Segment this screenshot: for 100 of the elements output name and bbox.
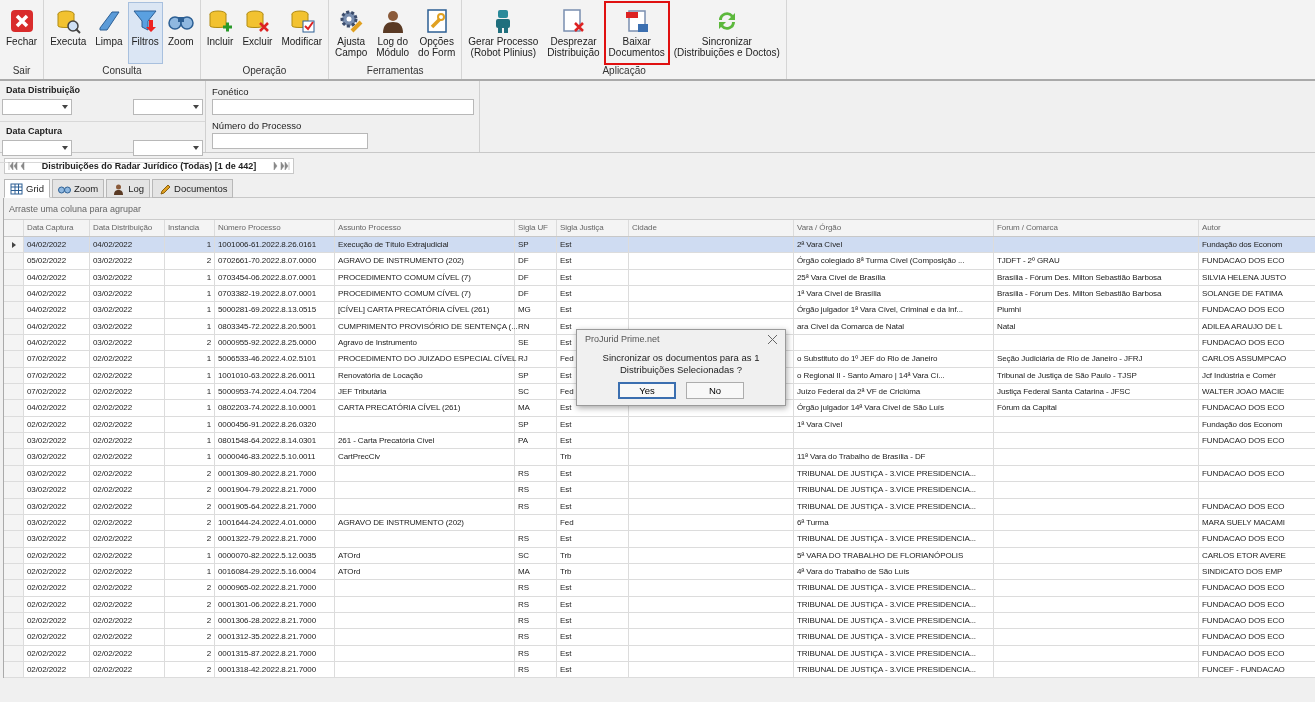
input-field[interactable]	[212, 99, 474, 115]
row-header[interactable]	[4, 237, 24, 253]
column-header[interactable]: Vara / Órgão	[794, 220, 994, 236]
toolbar-button[interactable]: Modificar	[277, 2, 327, 64]
toolbar-button[interactable]: Gerar Processo (Robot Plinius)	[464, 2, 543, 64]
dialog-button[interactable]: No	[686, 382, 744, 399]
column-header[interactable]: Número Processo	[215, 220, 335, 236]
table-cell: 2	[165, 482, 215, 498]
database-delete-icon	[244, 8, 271, 34]
table-cell: 03/02/2022	[90, 335, 165, 351]
table-cell: 02/02/2022	[90, 482, 165, 498]
close-icon[interactable]	[768, 334, 777, 344]
table-cell: TRIBUNAL DE JUSTIÇA - 3.VICE PRESIDENCIA...	[794, 645, 994, 661]
table-cell: Brasília - Fórum Des. Milton Sebastião Barbosa	[994, 269, 1199, 286]
table-cell: 0803345-72.2022.8.20.5001	[215, 318, 335, 335]
table-cell: 0000955-92.2022.8.25.0000	[215, 335, 335, 351]
table-cell: 03/02/2022	[90, 253, 165, 269]
toolbar-button[interactable]: Incluir	[202, 2, 238, 64]
table-cell: 03/02/2022	[24, 514, 90, 531]
table-cell: 1001644-24.2022.4.01.0000	[215, 514, 335, 531]
table-cell: Est	[557, 286, 629, 302]
table-cell: AGRAVO DE INSTRUMENTO (202)	[335, 253, 515, 269]
table-row[interactable]: 03/02/2022 02/02/2022 1 0801548-64.2022.8.14.0301 261 - Carta Precatória Cível PA Est FUNDACAO DOS ECO	[4, 433, 1315, 450]
date-dropdown[interactable]	[2, 99, 72, 115]
table-row[interactable]: 04/02/2022 03/02/2022 1 0703382-19.2022.8.07.0001 PROCEDIMENTO COMUM CÍVEL (7) DF Est 1ª Vara Cível de Brasília Brasília - Fórum Des. Milton Sebastião Barbosa SOLANGE DE FATIMA	[4, 286, 1315, 303]
table-cell: 0001322-79.2022.8.21.7000	[215, 531, 335, 547]
table-cell: 03/02/2022	[24, 498, 90, 514]
toolbar-button[interactable]: Executa	[46, 2, 91, 64]
table-cell: TRIBUNAL DE JUSTIÇA - 3.VICE PRESIDENCIA...	[794, 531, 994, 547]
toolbar-button[interactable]: Limpa	[91, 2, 127, 64]
column-header[interactable]: Sigla Justiça	[557, 220, 629, 236]
table-cell: 02/02/2022	[24, 580, 90, 596]
previous-arrows-icon[interactable]	[8, 162, 26, 170]
table-cell: TRIBUNAL DE JUSTIÇA - 3.VICE PRESIDENCIA...	[794, 465, 994, 482]
column-header[interactable]: Instancia	[165, 220, 215, 236]
date-dropdown[interactable]	[133, 99, 203, 115]
table-row[interactable]: 03/02/2022 02/02/2022 2 0001904-79.2022.8.21.7000 RS Est TRIBUNAL DE JUSTIÇA - 3.VICE PRESIDENCIA...	[4, 482, 1315, 499]
table-cell: PROCEDIMENTO DO JUIZADO ESPECIAL CÍVEL	[335, 351, 515, 367]
table-cell: 2ª Vara Cível	[794, 237, 994, 253]
tab[interactable]: Grid	[4, 179, 50, 198]
dialog-button[interactable]: Yes	[618, 382, 676, 399]
column-header[interactable]: Autor	[1199, 220, 1315, 236]
column-header[interactable]: Data Captura	[24, 220, 90, 236]
table-cell: Est	[557, 253, 629, 269]
table-cell: 2	[165, 629, 215, 645]
table-cell: Justiça Federal Santa Catarina - JFSC	[994, 384, 1199, 400]
toolbar-button[interactable]: Filtros	[127, 2, 163, 64]
table-cell: 4ª Vara do Trabalho de São Luís	[794, 563, 994, 580]
column-header[interactable]: Sigla UF	[515, 220, 557, 236]
table-cell: 0001905-64.2022.8.21.7000	[215, 498, 335, 514]
table-cell: RS	[515, 645, 557, 661]
table-cell: 02/02/2022	[90, 612, 165, 629]
table-cell: 1	[165, 269, 215, 286]
column-header[interactable]: Assunto Processo	[335, 220, 515, 236]
tab[interactable]: Documentos	[152, 179, 234, 198]
table-cell: RS	[515, 465, 557, 482]
toolbar-button[interactable]: Sincronizar (Distribuições e Doctos)	[669, 2, 784, 64]
toolbar-button[interactable]: Ajusta Campo	[331, 2, 372, 64]
table-cell: Órgão julgador 1ª Vara Cível, Criminal e da Inf...	[794, 302, 994, 318]
date-dropdown[interactable]	[133, 140, 203, 156]
selected-row[interactable]: 04/02/2022 04/02/2022 1 1001006-61.2022.8.26.0161 Execução de Título Extrajudicial SP Est 2ª Vara Cível Fundação dos Econom	[4, 237, 1315, 254]
toolbar-button[interactable]: Opções do Form	[414, 2, 460, 64]
table-row[interactable]: 02/02/2022 02/02/2022 2 0001312-35.2022.8.21.7000 RS Est TRIBUNAL DE JUSTIÇA - 3.VICE PRESIDENCIA... FUNDACAO DOS ECO	[4, 629, 1315, 646]
table-row[interactable]: 03/02/2022 02/02/2022 2 0001322-79.2022.8.21.7000 RS Est TRIBUNAL DE JUSTIÇA - 3.VICE PRESIDENCIA... FUNDACAO DOS ECO	[4, 531, 1315, 548]
column-header[interactable]: Data Distribuição	[90, 220, 165, 236]
table-row[interactable]: 04/02/2022 02/02/2022 1 0802203-74.2022.8.10.0001 CARTA PRECATÓRIA CÍVEL (261) MA Est Órgão julgador 14ª Vara Cível de São Luís Fórum da Capital FUNDACAO DOS ECO	[4, 400, 1315, 417]
input-field[interactable]	[212, 133, 368, 149]
table-row[interactable]: 02/02/2022 02/02/2022 2 0000965-02.2022.8.21.7000 RS Est TRIBUNAL DE JUSTIÇA - 3.VICE PRESIDENCIA... FUNDACAO DOS ECO	[4, 580, 1315, 597]
table-cell: SC	[515, 384, 557, 400]
table-cell: 1	[165, 318, 215, 335]
next-arrows-icon[interactable]	[272, 162, 290, 170]
table-cell: 02/02/2022	[90, 645, 165, 661]
table-cell: 25ª Vara Cível de Brasília	[794, 269, 994, 286]
table-cell: 0001315-87.2022.8.21.7000	[215, 645, 335, 661]
tab[interactable]: Log	[106, 179, 151, 198]
table-cell: 2	[165, 253, 215, 269]
table-cell: RS	[515, 612, 557, 629]
table-cell: Est	[557, 645, 629, 661]
table-cell: 02/02/2022	[24, 596, 90, 612]
table-cell: FUNDACAO DOS ECO	[1199, 335, 1315, 351]
table-cell: CARLOS ETOR AVERE	[1199, 547, 1315, 563]
toolbar-button[interactable]: Desprezar Distribuição	[543, 2, 604, 64]
toolbar-button[interactable]: Fechar	[2, 2, 42, 64]
table-cell: 02/02/2022	[24, 547, 90, 563]
table-row[interactable]: 04/02/2022 03/02/2022 1 5000281-69.2022.8.13.0515 [CÍVEL] CARTA PRECATÓRIA CÍVEL (261) MG Est Órgão julgador 1ª Vara Cível, Criminal e da Inf... Piumhi FUNDACAO DOS ECO	[4, 302, 1315, 319]
column-header[interactable]: Forum / Comarca	[994, 220, 1199, 236]
column-header[interactable]: Cidade	[629, 220, 794, 236]
toolbar-button[interactable]: Log do Módulo	[372, 2, 414, 64]
tab[interactable]: Zoom	[51, 179, 105, 198]
table-cell: 02/02/2022	[90, 433, 165, 449]
toolbar-button[interactable]: Excluir	[238, 2, 277, 64]
date-dropdown[interactable]	[2, 140, 72, 156]
toolbar-button[interactable]: Baixar Documentos	[604, 2, 669, 64]
table-cell: Est	[557, 302, 629, 318]
caret-icon	[62, 105, 68, 109]
table-cell: FUNDACAO DOS ECO	[1199, 531, 1315, 547]
table-row[interactable]: 05/02/2022 03/02/2022 2 0702661-70.2022.8.07.0000 AGRAVO DE INSTRUMENTO (202) DF Est Órgão colegiado 8ª Turma Cível (Composição ... TJDFT - 2º GRAU FUNDACAO DOS ECO	[4, 253, 1315, 270]
table-row[interactable]: 03/02/2022 02/02/2022 1 0000046-83.2022.5.10.0011 CartPrecCiv Trb 11ª Vara do Trabalho de Brasília - DF	[4, 449, 1315, 466]
table-cell: 02/02/2022	[24, 629, 90, 645]
toolbar-button[interactable]: Zoom	[163, 2, 198, 64]
